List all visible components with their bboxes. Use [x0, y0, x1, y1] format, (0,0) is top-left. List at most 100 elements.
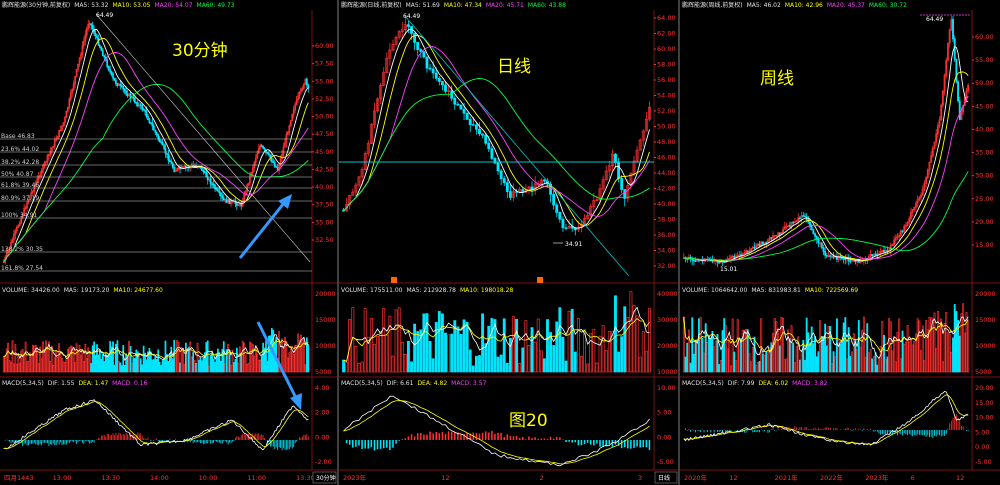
volume-bar [112, 341, 114, 373]
volume-bar [456, 326, 460, 373]
macd-histogram-bar [912, 430, 914, 437]
macd-histogram-bar [833, 428, 834, 430]
volume-bar [505, 362, 509, 373]
ma5-label: MA5: 53.32 [74, 2, 109, 9]
macd-histogram-bar [923, 430, 925, 436]
x-axis-label: 2021年 [775, 473, 799, 482]
candle-body [740, 254, 742, 256]
macd-histogram-bar [140, 433, 142, 440]
macd-tick-label: 5.00 [975, 428, 989, 436]
candle-body [825, 255, 828, 257]
macd-histogram-bar [559, 437, 561, 440]
volume-bar [128, 340, 130, 373]
candle-body [471, 124, 475, 126]
chart-panel-daily[interactable]: 64.00 62.00 60.00 58.00 56.00 54.00 52.00 50.00… [339, 0, 678, 485]
chart-30min-svg[interactable]: 60.00 57.50 55.00 52.50 50.00 47.50 45.00 42.50… [0, 0, 337, 485]
volume-bar [212, 359, 215, 373]
volume-bar [738, 339, 741, 373]
volume-ma10-label: MA10: 198018.28 [459, 287, 514, 294]
macd-histogram-bar [713, 430, 715, 433]
volume-bar [119, 362, 122, 373]
macd-histogram-bar [213, 440, 214, 443]
candle-body [437, 77, 441, 82]
volume-bar [43, 349, 46, 373]
candle-body [573, 227, 577, 231]
macd-histogram-bar [294, 440, 296, 444]
macd-histogram-bar [939, 430, 940, 436]
volume-bar [689, 362, 692, 373]
volume-bar [354, 345, 358, 373]
volume-bar [87, 347, 90, 373]
volume-bar [873, 356, 875, 373]
volume-bar [257, 359, 260, 373]
candle-body [161, 141, 164, 146]
volume-bar [751, 346, 754, 373]
candle-body [802, 215, 805, 217]
macd-histogram-bar [198, 440, 200, 443]
macd-histogram-bar [799, 426, 801, 430]
chart-weekly-svg[interactable]: 60.0055.0050.0045.0040.0035.0030.0025.00… [680, 0, 1000, 485]
volume-bar [183, 364, 186, 373]
volume-bar [570, 308, 574, 373]
macd-histogram-bar [747, 430, 749, 431]
macd-histogram-bar [262, 434, 264, 440]
candle-body [173, 167, 176, 173]
macd-histogram-bar [211, 440, 213, 444]
macd-histogram-bar [925, 430, 927, 437]
volume-bar [30, 354, 33, 373]
macd-histogram-bar [521, 437, 524, 440]
volume-bar [644, 350, 648, 373]
dea-label: DEA: 6.02 [758, 380, 789, 387]
candle-body [883, 250, 885, 253]
macd-histogram-bar [303, 434, 305, 440]
volume-bar [899, 358, 902, 373]
macd-histogram-bar [141, 435, 143, 440]
macd-histogram-bar [35, 440, 37, 445]
volume-bar [198, 359, 200, 373]
volume-bar [913, 340, 916, 373]
candle-body [474, 124, 478, 130]
macd-histogram-bar [706, 430, 708, 433]
volume-bar [648, 308, 651, 373]
macd-histogram-bar [304, 435, 306, 440]
volume-bar [385, 335, 389, 373]
chart-panel-30min[interactable]: 60.00 57.50 55.00 52.50 50.00 47.50 45.00 42.50… [0, 0, 337, 485]
candle-body [502, 178, 506, 184]
macd-histogram-bar [42, 440, 44, 444]
volume-bar [376, 335, 379, 373]
macd-histogram-bar [444, 434, 447, 440]
volume-bar [815, 356, 818, 373]
macd-histogram-bar [195, 440, 197, 443]
volume-bar [55, 350, 58, 373]
volume-bar [911, 344, 914, 373]
candle-body [123, 88, 126, 92]
macd-histogram-bar [230, 440, 232, 443]
macd-histogram-bar [197, 440, 198, 443]
volume-bar [626, 317, 630, 373]
candle-body [465, 112, 469, 120]
candle-body [113, 77, 116, 81]
fib-level-label: 138.2% 30.35 [1, 246, 43, 253]
volume-bar [721, 330, 724, 373]
macd-histogram-bar [127, 434, 128, 440]
candle-body [148, 119, 151, 123]
volume-bar [706, 341, 709, 373]
volume-bar [90, 363, 93, 373]
volume-bar [157, 349, 160, 373]
macd-histogram-bar [494, 433, 496, 440]
volume-bar [703, 352, 705, 373]
volume-ma5-label: MA5: 831983.81 [751, 287, 801, 294]
macd-histogram-bar [636, 440, 638, 447]
macd-histogram-bar [518, 437, 521, 440]
macd-histogram-bar [58, 440, 60, 445]
macd-histogram-bar [287, 440, 289, 450]
chart-panel-weekly[interactable]: 60.00 55.00 50.00 45.00 40.00 35.00 30.00 25.00… [680, 0, 1000, 485]
y-tick-label: 37.50 [315, 201, 334, 209]
volume-bar [941, 361, 944, 373]
volume-bar [474, 355, 478, 373]
volume-bar [369, 317, 373, 373]
candle-body [453, 97, 457, 105]
macd-histogram-bar [261, 434, 263, 440]
macd-histogram-bar [83, 440, 85, 445]
macd-histogram-bar [74, 440, 76, 441]
